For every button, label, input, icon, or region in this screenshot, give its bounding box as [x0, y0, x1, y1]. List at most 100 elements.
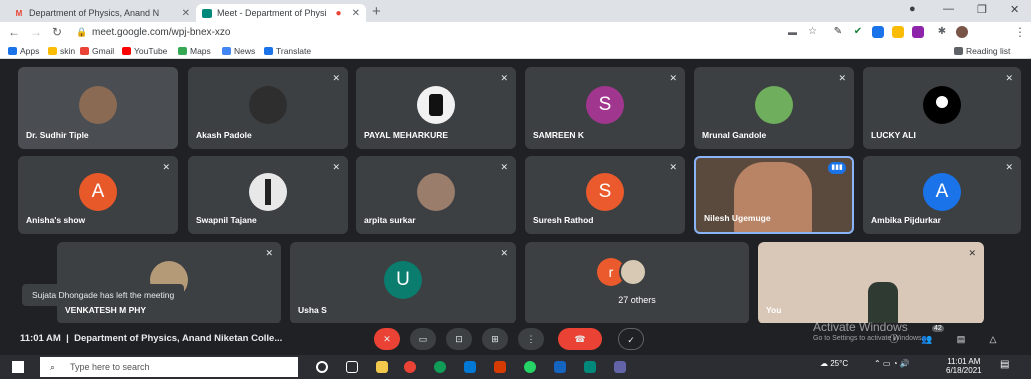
photos-icon[interactable]	[614, 361, 626, 373]
meeting-info: 11:01 AM | Department of Physics, Anand …	[20, 333, 283, 344]
reading-list[interactable]: Reading list	[954, 46, 1010, 56]
captions-button[interactable]: ⊡	[446, 328, 472, 350]
extension-icon[interactable]	[912, 26, 924, 38]
bookmark-news[interactable]: News	[222, 46, 255, 56]
participant-photo	[619, 258, 647, 286]
extension-icon[interactable]	[872, 26, 884, 38]
participant-photo	[249, 173, 287, 211]
extensions-puzzle-icon[interactable]: ✱	[936, 26, 948, 38]
participant-photo	[79, 86, 117, 124]
app-icon[interactable]	[554, 361, 566, 373]
participant-tile[interactable]: S ✕ Suresh Rathod	[525, 156, 685, 234]
participant-name: SAMREEN K	[533, 130, 585, 140]
maximize-button[interactable]: ❐	[977, 3, 987, 16]
star-icon[interactable]: ☆	[808, 26, 817, 37]
mic-off-icon: ✕	[500, 162, 508, 172]
chrome-icon[interactable]	[404, 361, 416, 373]
youtube-icon	[122, 47, 131, 55]
participant-tile[interactable]: ✕ Mrunal Gandole	[694, 67, 854, 149]
participant-name: Usha S	[298, 305, 327, 315]
browser-tab-bar: M Department of Physics, Anand N ✕ Meet …	[0, 0, 1031, 22]
bookmark-skin[interactable]: skin	[48, 46, 75, 56]
menu-icon[interactable]: ⋮	[1014, 25, 1026, 39]
mic-off-icon: ✕	[162, 162, 170, 172]
participant-name: You	[766, 305, 782, 315]
others-tile[interactable]: r 27 others	[525, 242, 749, 324]
participant-tile[interactable]: S ✕ SAMREEN K	[525, 67, 685, 149]
tab-title: Meet - Department of Physi	[217, 8, 327, 18]
participant-tile[interactable]: ✕ PAYAL MEHARKURE	[356, 67, 516, 149]
leave-call-button[interactable]: ☎	[558, 328, 602, 350]
self-view-tile[interactable]: ✕ You	[758, 242, 984, 324]
participant-tile[interactable]: ✕ LUCKY ALI	[863, 67, 1021, 149]
notifications-icon[interactable]: ▤	[1000, 359, 1009, 370]
avatar: A	[923, 173, 961, 211]
close-window-button[interactable]: ✕	[1010, 3, 1019, 16]
bookmark-apps[interactable]: Apps	[8, 46, 39, 56]
participant-name: Dr. Sudhir Tiple	[26, 130, 89, 140]
app-icon[interactable]	[584, 361, 596, 373]
avatar[interactable]	[956, 26, 968, 38]
participant-tile-active-speaker[interactable]: ▮▮▮ Nilesh Ugemuge	[694, 156, 854, 234]
reload-icon[interactable]: ↻	[52, 25, 62, 39]
edge-icon[interactable]	[434, 361, 446, 373]
minimize-button[interactable]: —	[943, 3, 954, 15]
url-text[interactable]: meet.google.com/wpj-bnex-xzo	[92, 27, 230, 38]
participant-tile[interactable]: A ✕ Ambika Pijdurkar	[863, 156, 1021, 234]
others-count: 27 others	[618, 295, 656, 305]
weather-widget[interactable]: ☁ 25°C	[820, 359, 848, 368]
forward-icon[interactable]: →	[30, 25, 42, 39]
camera-toggle-button[interactable]: ▭	[410, 328, 436, 350]
bookmark-maps[interactable]: Maps	[178, 46, 211, 56]
mic-toggle-button[interactable]: ✕	[374, 328, 400, 350]
participant-name: LUCKY ALI	[871, 130, 916, 140]
tab-title: Department of Physics, Anand N	[29, 8, 160, 18]
new-tab-button[interactable]: +	[372, 3, 381, 20]
mic-off-icon: ✕	[838, 73, 846, 83]
bookmark-gmail[interactable]: Gmail	[80, 46, 114, 56]
whatsapp-icon[interactable]	[524, 361, 536, 373]
participant-tile[interactable]: ✕ Akash Padole	[188, 67, 348, 149]
participant-name: PAYAL MEHARKURE	[364, 130, 449, 140]
hand-raise-button[interactable]: ✓	[618, 328, 644, 350]
file-explorer-icon[interactable]	[376, 361, 388, 373]
mic-off-icon: ✕	[500, 73, 508, 83]
close-icon[interactable]: ✕	[352, 8, 360, 19]
clock[interactable]: 11:01 AM 6/18/2021	[946, 357, 982, 375]
mic-off-icon: ✕	[265, 248, 273, 258]
participant-tile[interactable]: U ✕ Usha S	[290, 242, 516, 324]
mic-off-icon: ✕	[1005, 162, 1013, 172]
participant-video	[734, 162, 812, 232]
mic-off-icon: ✕	[332, 162, 340, 172]
close-icon[interactable]: ✕	[182, 8, 190, 19]
gmail-icon: M	[15, 8, 23, 18]
participant-tile[interactable]: ✕ VENKATESH M PHY	[57, 242, 281, 324]
store-icon[interactable]	[464, 361, 476, 373]
participant-tile[interactable]: ✕ arpita surkar	[356, 156, 516, 234]
cortana-icon[interactable]	[316, 361, 328, 373]
participant-tile[interactable]: A ✕ Anisha's show	[18, 156, 178, 234]
extension-icon[interactable]: ✎	[832, 26, 844, 38]
activities-icon[interactable]: △	[984, 328, 1002, 350]
back-icon[interactable]: ←	[8, 25, 20, 39]
system-tray-icons[interactable]: ⌃ ▭ ◔ 🔊	[874, 359, 910, 368]
camera-icon[interactable]: ▬	[788, 27, 797, 37]
participant-name: Suresh Rathod	[533, 215, 594, 225]
task-view-icon[interactable]	[346, 361, 358, 373]
news-icon	[222, 47, 231, 55]
tab-gmail[interactable]: M Department of Physics, Anand N ✕	[8, 4, 196, 22]
bookmark-translate[interactable]: Translate	[264, 46, 311, 56]
extension-icon[interactable]	[892, 26, 904, 38]
chat-icon[interactable]: ▤	[952, 328, 970, 350]
taskbar-search-input[interactable]: ⌕ Type here to search	[40, 357, 298, 377]
profile-icon[interactable]: ●	[909, 3, 916, 15]
extension-icon[interactable]: ✔	[852, 26, 864, 38]
app-icon[interactable]	[494, 361, 506, 373]
participant-tile[interactable]: Dr. Sudhir Tiple	[18, 67, 178, 149]
more-options-button[interactable]: ⋮	[518, 328, 544, 350]
present-button[interactable]: ⊞	[482, 328, 508, 350]
windows-start-icon[interactable]	[12, 361, 24, 373]
participant-tile[interactable]: ✕ Swapnil Tajane	[188, 156, 348, 234]
tab-meet[interactable]: Meet - Department of Physi ● ✕	[196, 4, 366, 22]
bookmark-youtube[interactable]: YouTube	[122, 46, 167, 56]
